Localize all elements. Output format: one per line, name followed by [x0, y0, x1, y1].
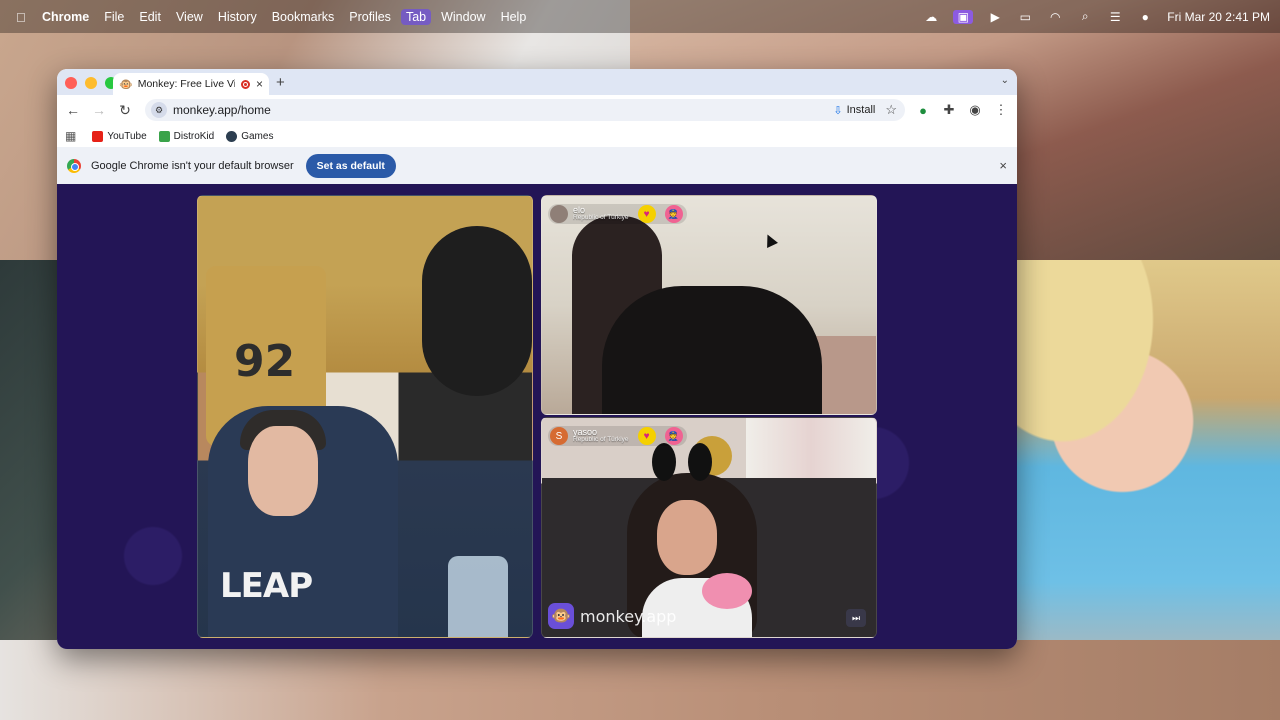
- more-menu-icon[interactable]: ⋮: [993, 102, 1009, 118]
- country: Republic of Türkiye: [573, 214, 629, 222]
- apple-icon[interactable]: : [16, 10, 30, 25]
- remote-video-feed-2: S yasoo Republic of Türkiye ♥ 👮 🐵 monkey…: [541, 417, 877, 638]
- chrome-window: 🐵 Monkey: Free Live Video Chat × + ⌄ ← →…: [57, 69, 1017, 649]
- play-icon[interactable]: ▶: [987, 10, 1003, 24]
- install-app-button[interactable]: ⇩ Install: [833, 104, 875, 117]
- bookmark-games[interactable]: Games: [226, 130, 274, 142]
- video-content: LEAP: [220, 566, 313, 606]
- install-label: Install: [846, 104, 876, 116]
- tab-strip: 🐵 Monkey: Free Live Video Chat × + ⌄: [57, 69, 1017, 95]
- monkey-chat-page: LEAP elo Republic of Türkiye ♥ 👮: [57, 184, 1017, 649]
- bookmark-youtube[interactable]: YouTube: [92, 130, 147, 142]
- close-tab-icon[interactable]: ×: [256, 77, 263, 91]
- video-content: [448, 556, 508, 637]
- brand-name: monkey.app: [580, 606, 677, 626]
- video-content: [422, 226, 532, 396]
- bookmark-label: Games: [241, 130, 274, 142]
- video-content: [652, 443, 712, 483]
- default-browser-infobar: Google Chrome isn't your default browser…: [57, 147, 1017, 184]
- status-area: ☁ ▣ ▶ ▭ ◠ ⌕ ☰ ● Fri Mar 20 2:41 PM: [923, 9, 1270, 24]
- site-info-icon[interactable]: ⚙: [151, 102, 167, 118]
- spotlight-icon[interactable]: ⌕: [1077, 9, 1093, 24]
- menu-window[interactable]: Window: [441, 10, 485, 24]
- menu-history[interactable]: History: [218, 10, 257, 24]
- menu-bookmarks[interactable]: Bookmarks: [272, 10, 335, 24]
- control-center-icon[interactable]: ☰: [1107, 10, 1123, 24]
- profile-icon[interactable]: ◉: [967, 102, 983, 118]
- distrokid-icon: [158, 130, 170, 142]
- grammarly-extension-icon[interactable]: ●: [915, 103, 931, 118]
- heart-icon[interactable]: ♥: [637, 205, 656, 223]
- install-icon: ⇩: [833, 104, 843, 117]
- minimize-window-button[interactable]: [85, 77, 97, 89]
- close-window-button[interactable]: [65, 77, 77, 89]
- tab-title: Monkey: Free Live Video Chat: [137, 78, 235, 90]
- tab-monkey[interactable]: 🐵 Monkey: Free Live Video Chat ×: [113, 73, 269, 95]
- avatar: S: [550, 427, 568, 445]
- video-content: [657, 500, 717, 575]
- bookmark-star-icon[interactable]: ☆: [885, 102, 897, 118]
- menu-help[interactable]: Help: [501, 10, 527, 24]
- infobar-message: Google Chrome isn't your default browser: [91, 159, 294, 172]
- avatar: [550, 205, 568, 223]
- menu-file[interactable]: File: [104, 10, 124, 24]
- menu-edit[interactable]: Edit: [139, 10, 161, 24]
- new-tab-button[interactable]: +: [276, 74, 285, 91]
- local-video-feed: LEAP: [197, 195, 533, 638]
- menubar-clock[interactable]: Fri Mar 20 2:41 PM: [1167, 10, 1270, 24]
- menu-app-name[interactable]: Chrome: [42, 10, 89, 24]
- games-icon: [226, 130, 238, 142]
- user-badge[interactable]: elo Republic of Türkiye ♥ 👮: [548, 204, 687, 224]
- macos-menubar:  Chrome File Edit View History Bookmark…: [0, 0, 1280, 33]
- bookmarks-bar: ▦ YouTube DistroKid Games: [57, 125, 1017, 147]
- menu-view[interactable]: View: [176, 10, 203, 24]
- monkey-favicon-icon: 🐵: [119, 78, 133, 91]
- back-arrow-icon[interactable]: ←: [65, 102, 81, 118]
- user-meta: elo Republic of Türkiye: [573, 206, 629, 222]
- browser-toolbar: ← → ↻ ⚙ monkey.app/home ⇩ Install ☆ ● ✚ …: [57, 95, 1017, 125]
- menu-tab[interactable]: Tab: [400, 8, 432, 25]
- close-infobar-icon[interactable]: ×: [999, 158, 1007, 173]
- country: Republic of Türkiye: [573, 436, 629, 444]
- video-content: [248, 426, 318, 516]
- reload-icon[interactable]: ↻: [117, 102, 133, 119]
- police-icon[interactable]: 👮: [664, 205, 683, 223]
- bookmark-label: DistroKid: [173, 130, 215, 142]
- video-content: [602, 286, 822, 414]
- monkey-brand: 🐵 monkey.app: [548, 603, 676, 629]
- siri-icon[interactable]: ●: [1137, 10, 1153, 24]
- menu-profiles[interactable]: Profiles: [349, 10, 391, 24]
- skip-icon[interactable]: ⏭: [846, 609, 866, 627]
- video-content: [702, 573, 752, 609]
- wallpaper-photo: [0, 640, 1280, 720]
- police-icon[interactable]: 👮: [664, 427, 683, 445]
- chrome-logo-icon: [67, 158, 81, 173]
- tab-search-button[interactable]: ⌄: [1001, 75, 1009, 86]
- user-badge[interactable]: S yasoo Republic of Türkiye ♥ 👮: [548, 426, 687, 446]
- extensions-puzzle-icon[interactable]: ✚: [941, 102, 957, 118]
- forward-arrow-icon[interactable]: →: [91, 102, 107, 118]
- youtube-icon: [92, 130, 104, 142]
- recording-indicator-icon: [240, 79, 250, 89]
- wifi-icon[interactable]: ◠: [1047, 10, 1063, 24]
- window-controls: [65, 77, 117, 89]
- address-bar[interactable]: ⚙ monkey.app/home ⇩ Install ☆: [145, 99, 905, 121]
- creative-cloud-icon[interactable]: ☁: [923, 10, 939, 24]
- address-url[interactable]: monkey.app/home: [173, 103, 833, 117]
- battery-icon[interactable]: ▭: [1017, 10, 1033, 24]
- monkey-logo-icon: 🐵: [548, 603, 574, 629]
- bookmark-label: YouTube: [107, 130, 147, 142]
- heart-icon[interactable]: ♥: [637, 427, 656, 445]
- screen-record-icon[interactable]: ▣: [953, 9, 974, 24]
- wallpaper-photo: [1017, 260, 1167, 460]
- apps-grid-icon[interactable]: ▦: [65, 129, 76, 143]
- bookmark-distrokid[interactable]: DistroKid: [158, 130, 215, 142]
- remote-video-feed-1: elo Republic of Türkiye ♥ 👮: [541, 195, 877, 415]
- set-as-default-button[interactable]: Set as default: [305, 153, 396, 178]
- user-meta: yasoo Republic of Türkiye: [573, 428, 629, 444]
